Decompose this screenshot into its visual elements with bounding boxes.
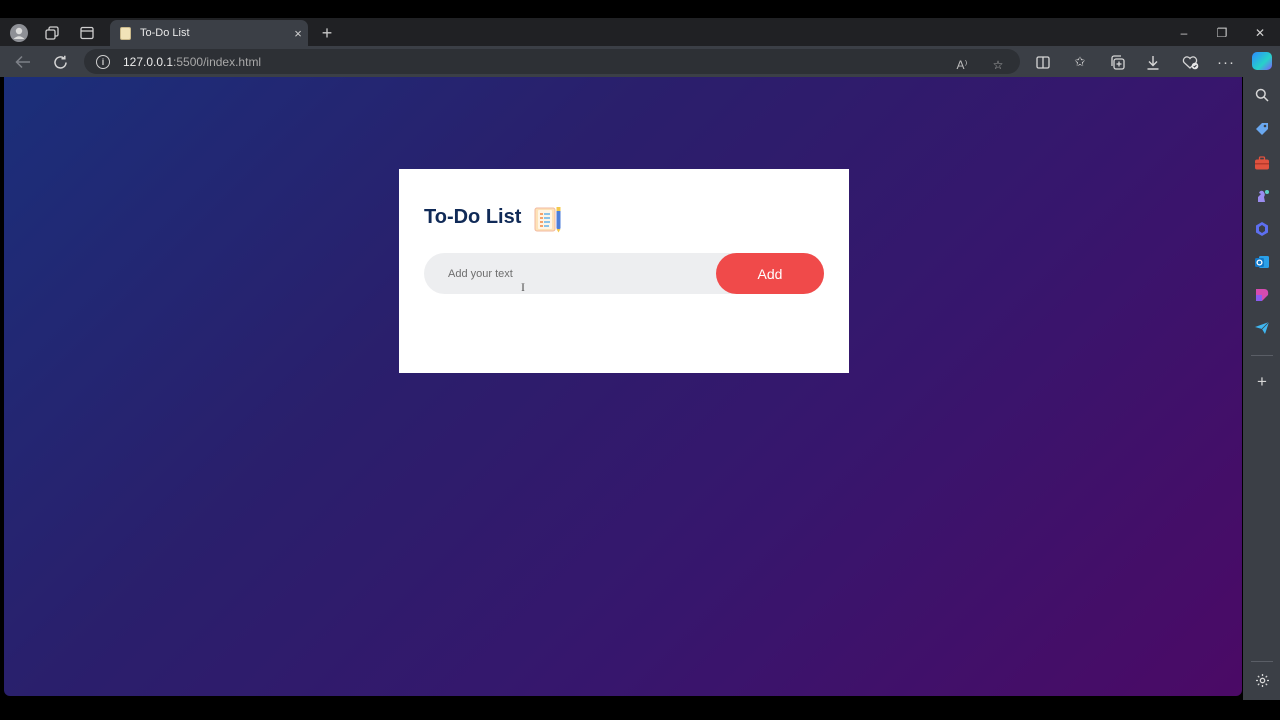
refresh-icon[interactable] bbox=[48, 50, 72, 74]
tab-title: To-Do List bbox=[140, 27, 190, 39]
sidebar-search-icon[interactable] bbox=[1252, 85, 1272, 105]
outlook-icon[interactable] bbox=[1252, 252, 1272, 272]
url-host: 127.0.0.1 bbox=[123, 54, 174, 69]
text-cursor-icon: I bbox=[521, 280, 525, 294]
sidebar-divider-bottom bbox=[1251, 661, 1273, 662]
designer-icon[interactable] bbox=[1252, 285, 1272, 305]
todo-card: To-Do List Add I bbox=[399, 169, 849, 373]
page-title: To-Do List bbox=[424, 206, 522, 228]
notepad-icon bbox=[532, 205, 562, 233]
sidebar-settings-gear-icon[interactable] bbox=[1252, 670, 1272, 690]
bottom-letterbox bbox=[0, 700, 1280, 720]
downloads-icon[interactable] bbox=[1142, 51, 1164, 73]
microsoft-365-icon[interactable] bbox=[1252, 219, 1272, 239]
back-icon[interactable] bbox=[11, 50, 35, 74]
sidebar-divider bbox=[1251, 355, 1273, 356]
vertical-tabs-icon[interactable] bbox=[76, 22, 98, 44]
url-path: :5500/index.html bbox=[173, 54, 262, 69]
edge-sidebar: + bbox=[1243, 77, 1280, 700]
new-tab-icon[interactable]: + bbox=[316, 22, 338, 44]
profile-avatar-icon[interactable] bbox=[8, 22, 30, 44]
screen: To-Do List × + – ❐ ✕ i 127.0.0.1:5500/in… bbox=[0, 0, 1280, 720]
browser-essentials-icon[interactable] bbox=[1179, 51, 1201, 73]
workspaces-icon[interactable] bbox=[41, 22, 63, 44]
address-bar[interactable]: i 127.0.0.1:5500/index.html A⁾ ☆ bbox=[84, 49, 1020, 74]
top-letterbox bbox=[0, 0, 1280, 18]
browser-toolbar: i 127.0.0.1:5500/index.html A⁾ ☆ ✩ ··· bbox=[0, 46, 1280, 77]
todo-input-row: Add bbox=[424, 253, 824, 294]
favorite-star-icon[interactable]: ☆ bbox=[988, 55, 1008, 75]
minimize-icon[interactable]: – bbox=[1166, 22, 1202, 44]
favorites-icon[interactable]: ✩ bbox=[1069, 51, 1091, 73]
site-info-icon[interactable]: i bbox=[96, 54, 110, 69]
add-button[interactable]: Add bbox=[716, 253, 824, 294]
games-chess-icon[interactable] bbox=[1252, 186, 1272, 206]
collections-icon[interactable] bbox=[1106, 51, 1128, 73]
close-window-icon[interactable]: ✕ bbox=[1242, 22, 1278, 44]
more-options-icon[interactable]: ··· bbox=[1215, 51, 1237, 73]
tab-favicon-icon bbox=[120, 26, 131, 40]
drop-send-icon[interactable] bbox=[1252, 318, 1272, 338]
page-viewport: To-Do List Add I bbox=[4, 77, 1242, 696]
todo-text-input[interactable] bbox=[424, 253, 714, 294]
tools-briefcase-icon[interactable] bbox=[1252, 153, 1272, 173]
add-sidebar-app-icon[interactable]: + bbox=[1252, 372, 1272, 392]
tab-close-icon[interactable]: × bbox=[288, 26, 308, 41]
tab-strip: To-Do List × + – ❐ ✕ bbox=[0, 18, 1280, 46]
restore-icon[interactable]: ❐ bbox=[1204, 22, 1240, 44]
copilot-icon[interactable] bbox=[1252, 52, 1272, 70]
shopping-tag-icon[interactable] bbox=[1252, 119, 1272, 139]
split-screen-icon[interactable] bbox=[1032, 51, 1054, 73]
tab-to-do-list[interactable]: To-Do List × bbox=[110, 20, 308, 46]
read-aloud-icon[interactable]: A⁾ bbox=[952, 55, 972, 75]
